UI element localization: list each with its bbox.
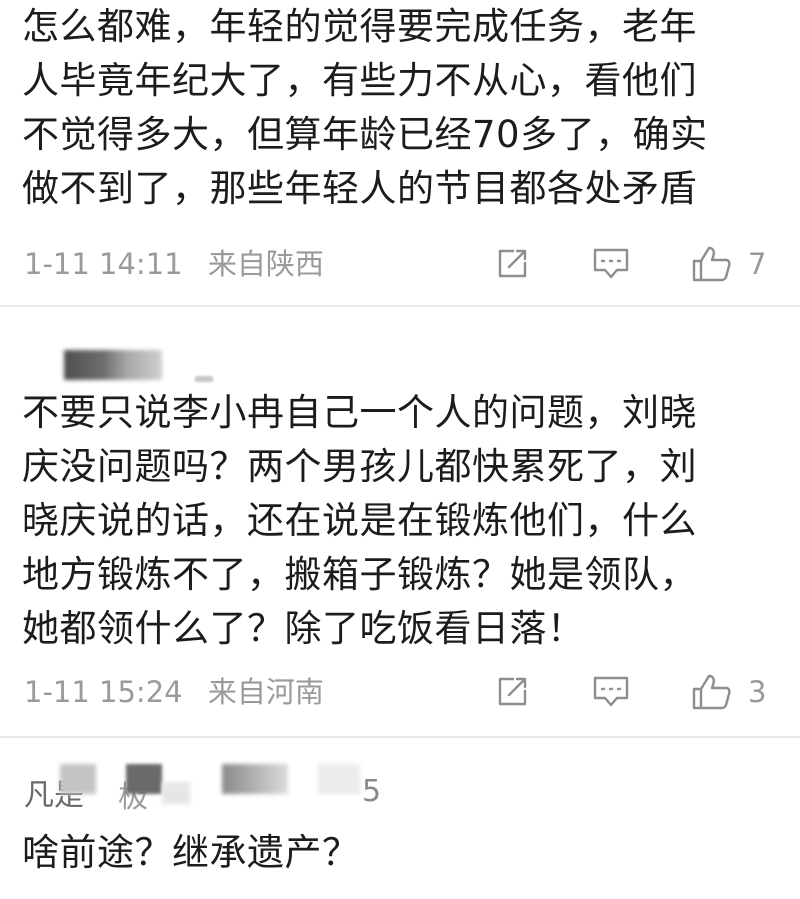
like-count: 3	[748, 675, 767, 709]
comment-meta: 1-11 15:24 来自河南 3	[0, 670, 800, 714]
comment-icon[interactable]	[586, 242, 636, 286]
thumbs-up-icon[interactable]	[688, 670, 736, 714]
blurred-username	[318, 764, 360, 794]
blurred-username	[162, 782, 190, 804]
blurred-username	[60, 764, 96, 794]
comment-meta: 1-11 14:11 来自陕西 7	[0, 242, 800, 286]
divider	[0, 305, 800, 307]
comment-text: 怎么都难，年轻的觉得要完成任务，老年 人毕竟年纪大了，有些力不从心，看他们 不觉…	[22, 5, 708, 210]
comment-feed: 怎么都难，年轻的觉得要完成任务，老年 人毕竟年纪大了，有些力不从心，看他们 不觉…	[0, 0, 800, 899]
comment-text: 不要只说李小冉自己一个人的问题，刘晓 庆没问题吗？两个男孩儿都快累死了，刘 晓庆…	[22, 391, 697, 650]
thumbs-up-icon[interactable]	[688, 242, 736, 286]
share-icon[interactable]	[490, 670, 534, 714]
comment-time: 1-11 15:24	[24, 675, 183, 709]
share-icon[interactable]	[490, 242, 534, 286]
divider	[0, 736, 800, 738]
comment-location: 来自陕西	[207, 247, 324, 281]
comment-time: 1-11 14:11	[24, 247, 183, 281]
comment-text: 啥前途？继承遗产？	[22, 831, 360, 874]
like-count: 7	[748, 247, 767, 281]
blurred-username	[222, 764, 288, 794]
blur-artifact	[195, 376, 213, 382]
comment-location: 来自河南	[207, 675, 324, 709]
blurred-username	[64, 350, 162, 380]
username-fragment: 5	[362, 774, 382, 809]
blurred-username	[126, 764, 162, 794]
comment-icon[interactable]	[586, 670, 636, 714]
